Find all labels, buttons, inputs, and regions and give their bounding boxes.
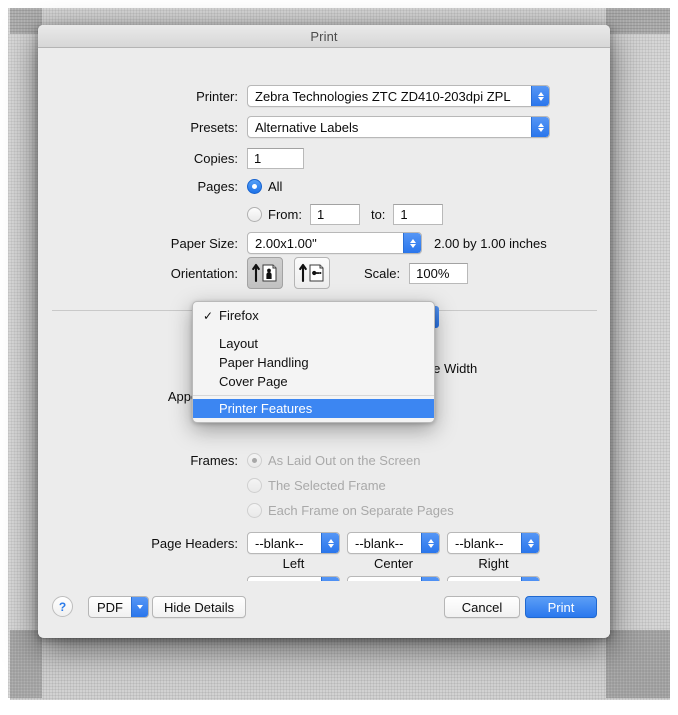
printer-row: Printer: Zebra Technologies ZTC ZD410-20…	[38, 85, 578, 107]
column-labels-row: Left Center Right	[247, 556, 577, 571]
paper-size-row: Paper Size: 2.00x1.00" 2.00 by 1.00 inch…	[38, 232, 598, 254]
printer-value: Zebra Technologies ZTC ZD410-203dpi ZPL	[255, 88, 511, 104]
cancel-label: Cancel	[461, 599, 503, 615]
cancel-button[interactable]: Cancel	[444, 596, 520, 618]
frames-option-2-row: Each Frame on Separate Pages	[38, 503, 598, 518]
menu-item-paper-handling-label: Paper Handling	[219, 355, 309, 370]
dialog-titlebar[interactable]: Print	[38, 25, 610, 48]
page-header-left-value: --blank--	[255, 535, 304, 551]
print-label: Print	[547, 599, 575, 615]
frames-option-0-label: As Laid Out on the Screen	[268, 453, 421, 468]
orientation-row: Orientation: Scale: 100%	[38, 257, 598, 289]
frames-option-1-label: The Selected Frame	[268, 478, 386, 493]
printer-select[interactable]: Zebra Technologies ZTC ZD410-203dpi ZPL	[247, 85, 550, 107]
frames-option-2-radio[interactable]	[247, 503, 262, 518]
presets-value: Alternative Labels	[255, 119, 359, 135]
page-header-right-value: --blank--	[455, 535, 504, 551]
menu-item-firefox-label: Firefox	[219, 308, 259, 323]
print-module-dropdown-menu[interactable]: ✓ Firefox Layout Paper Handling Cover Pa…	[192, 301, 435, 423]
help-button[interactable]: ?	[52, 596, 73, 617]
page-header-center-stepper-icon[interactable]	[421, 533, 439, 553]
frames-option-1-radio[interactable]	[247, 478, 262, 493]
copies-label: Copies:	[193, 151, 238, 166]
pages-from-value: 1	[316, 207, 325, 222]
pages-to-value: 1	[400, 207, 408, 222]
menu-item-layout[interactable]: Layout	[193, 334, 434, 353]
landscape-orientation-button[interactable]	[294, 257, 330, 289]
page-header-left-stepper-icon[interactable]	[321, 533, 339, 553]
column-label-right: Right	[478, 556, 509, 571]
menu-item-paper-handling[interactable]: Paper Handling	[193, 353, 434, 372]
copies-value: 1	[254, 151, 262, 166]
frames-option-0-radio[interactable]	[247, 453, 262, 468]
menu-item-layout-label: Layout	[219, 336, 259, 351]
hide-details-button[interactable]: Hide Details	[152, 596, 247, 618]
pdf-button[interactable]: PDF	[88, 596, 149, 618]
pages-range-row: From: 1 to: 1	[38, 204, 578, 225]
hide-details-label: Hide Details	[164, 599, 235, 615]
menu-item-cover-page[interactable]: Cover Page	[193, 372, 434, 391]
scale-label: Scale:	[364, 265, 401, 281]
presets-row: Presets: Alternative Labels	[38, 116, 578, 138]
print-dialog: Print Printer: Zebra Technologies ZTC ZD…	[38, 25, 610, 638]
pages-all-radio[interactable]	[247, 179, 262, 194]
frames-option-1-row: The Selected Frame	[38, 478, 598, 493]
scale-input[interactable]: 100%	[409, 262, 469, 284]
paper-size-dimensions: 2.00 by 1.00 inches	[434, 235, 547, 251]
pages-to-input[interactable]: 1	[393, 204, 444, 225]
pages-all-label: All	[268, 179, 283, 194]
portrait-icon	[252, 263, 277, 283]
copies-row: Copies: 1	[38, 148, 578, 169]
menu-gap	[193, 325, 434, 334]
pdf-label: PDF	[97, 599, 123, 615]
page-headers-label: Page Headers:	[151, 535, 238, 551]
chevron-down-icon[interactable]	[131, 597, 148, 617]
pages-from-input[interactable]: 1	[309, 204, 360, 225]
noise-texture-right	[606, 8, 670, 698]
dialog-footer: ? PDF Hide Details Cancel Print	[38, 581, 610, 637]
pages-range-radio[interactable]	[247, 207, 262, 222]
frames-option-2-label: Each Frame on Separate Pages	[268, 503, 454, 518]
dialog-title: Print	[310, 28, 338, 44]
presets-label: Presets:	[190, 119, 238, 135]
page-header-center-value: --blank--	[355, 535, 404, 551]
column-label-center: Center	[373, 556, 414, 571]
presets-select[interactable]: Alternative Labels	[247, 116, 550, 138]
column-label-left: Left	[282, 556, 305, 571]
help-label: ?	[58, 599, 67, 614]
pages-label: Pages:	[197, 179, 238, 194]
paper-size-select[interactable]: 2.00x1.00"	[247, 232, 422, 254]
menu-item-cover-page-label: Cover Page	[219, 374, 288, 389]
pages-row: Pages: All	[38, 179, 578, 194]
printer-label: Printer:	[196, 88, 238, 104]
printer-stepper-icon[interactable]	[531, 86, 549, 106]
paper-size-stepper-icon[interactable]	[403, 233, 421, 253]
noise-texture-left	[8, 8, 42, 698]
dialog-body: Printer: Zebra Technologies ZTC ZD410-20…	[38, 48, 610, 637]
print-button[interactable]: Print	[525, 596, 597, 618]
noise-texture-bottom	[10, 630, 670, 700]
page-header-center-select[interactable]: --blank--	[347, 532, 440, 554]
page-header-left-select[interactable]: --blank--	[247, 532, 340, 554]
page-header-right-select[interactable]: --blank--	[447, 532, 540, 554]
pages-from-label: From:	[268, 207, 302, 222]
page-headers-row: Page Headers: --blank-- --blank-- --blan…	[38, 532, 598, 554]
menu-item-printer-features[interactable]: Printer Features	[193, 399, 434, 418]
frames-label: Frames:	[190, 453, 238, 468]
portrait-orientation-button[interactable]	[247, 257, 283, 289]
orientation-label: Orientation:	[170, 265, 238, 281]
page-header-right-stepper-icon[interactable]	[521, 533, 539, 553]
paper-size-label: Paper Size:	[170, 235, 238, 251]
pages-to-label: to:	[370, 207, 386, 222]
menu-item-printer-features-label: Printer Features	[219, 401, 313, 416]
presets-stepper-icon[interactable]	[531, 117, 549, 137]
checkmark-icon: ✓	[203, 308, 214, 323]
paper-size-value: 2.00x1.00"	[255, 235, 317, 251]
copies-input[interactable]: 1	[247, 148, 304, 169]
menu-item-firefox[interactable]: ✓ Firefox	[193, 306, 434, 325]
landscape-icon	[299, 263, 324, 283]
scale-value: 100%	[416, 265, 450, 281]
menu-divider	[193, 395, 434, 396]
frames-row: Frames: As Laid Out on the Screen	[38, 453, 598, 468]
